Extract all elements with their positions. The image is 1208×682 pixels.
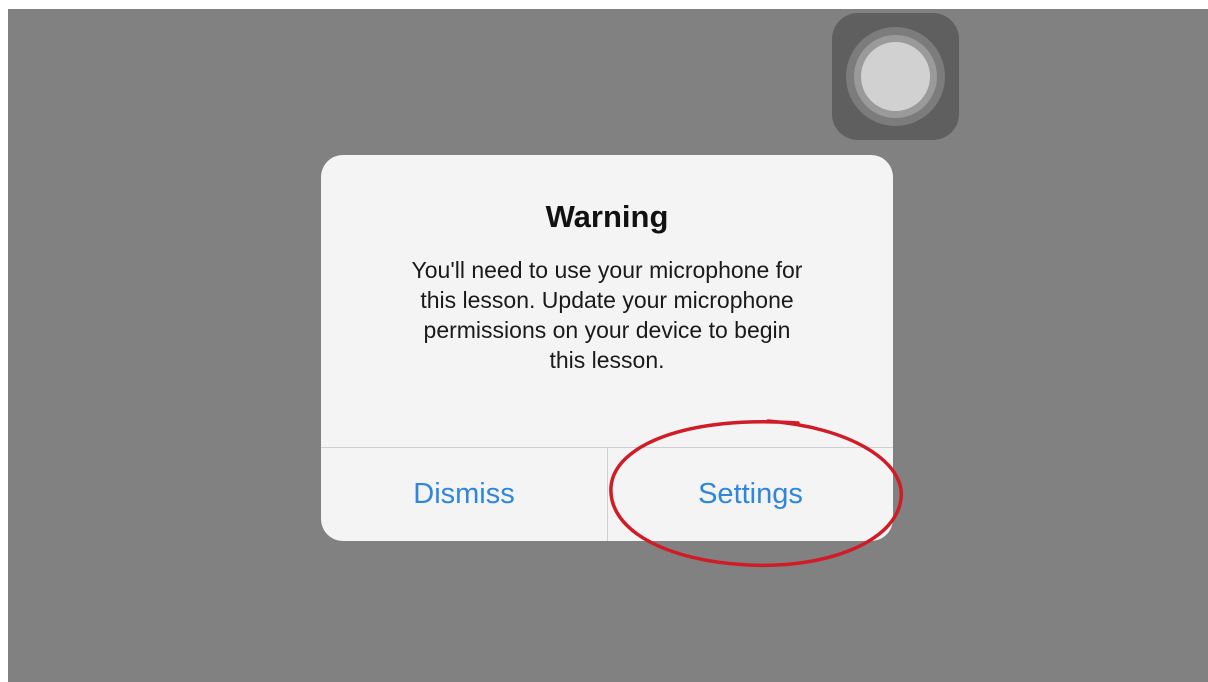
screen-overlay: Warning You'll need to use your micropho…	[8, 9, 1208, 682]
alert-message-line: this lesson.	[549, 347, 665, 373]
warning-alert-dialog: Warning You'll need to use your micropho…	[321, 155, 893, 541]
settings-button[interactable]: Settings	[608, 448, 893, 541]
dismiss-button[interactable]: Dismiss	[321, 448, 607, 541]
assistive-touch-inner-dot	[861, 42, 930, 111]
alert-title: Warning	[545, 199, 669, 234]
alert-message-line: permissions on your device to begin	[423, 317, 791, 343]
alert-message-line: You'll need to use your microphone for	[411, 257, 803, 283]
assistive-touch-icon[interactable]	[832, 13, 959, 140]
alert-message-line: this lesson. Update your microphone	[420, 287, 794, 313]
alert-message: You'll need to use your microphone for t…	[361, 255, 853, 375]
